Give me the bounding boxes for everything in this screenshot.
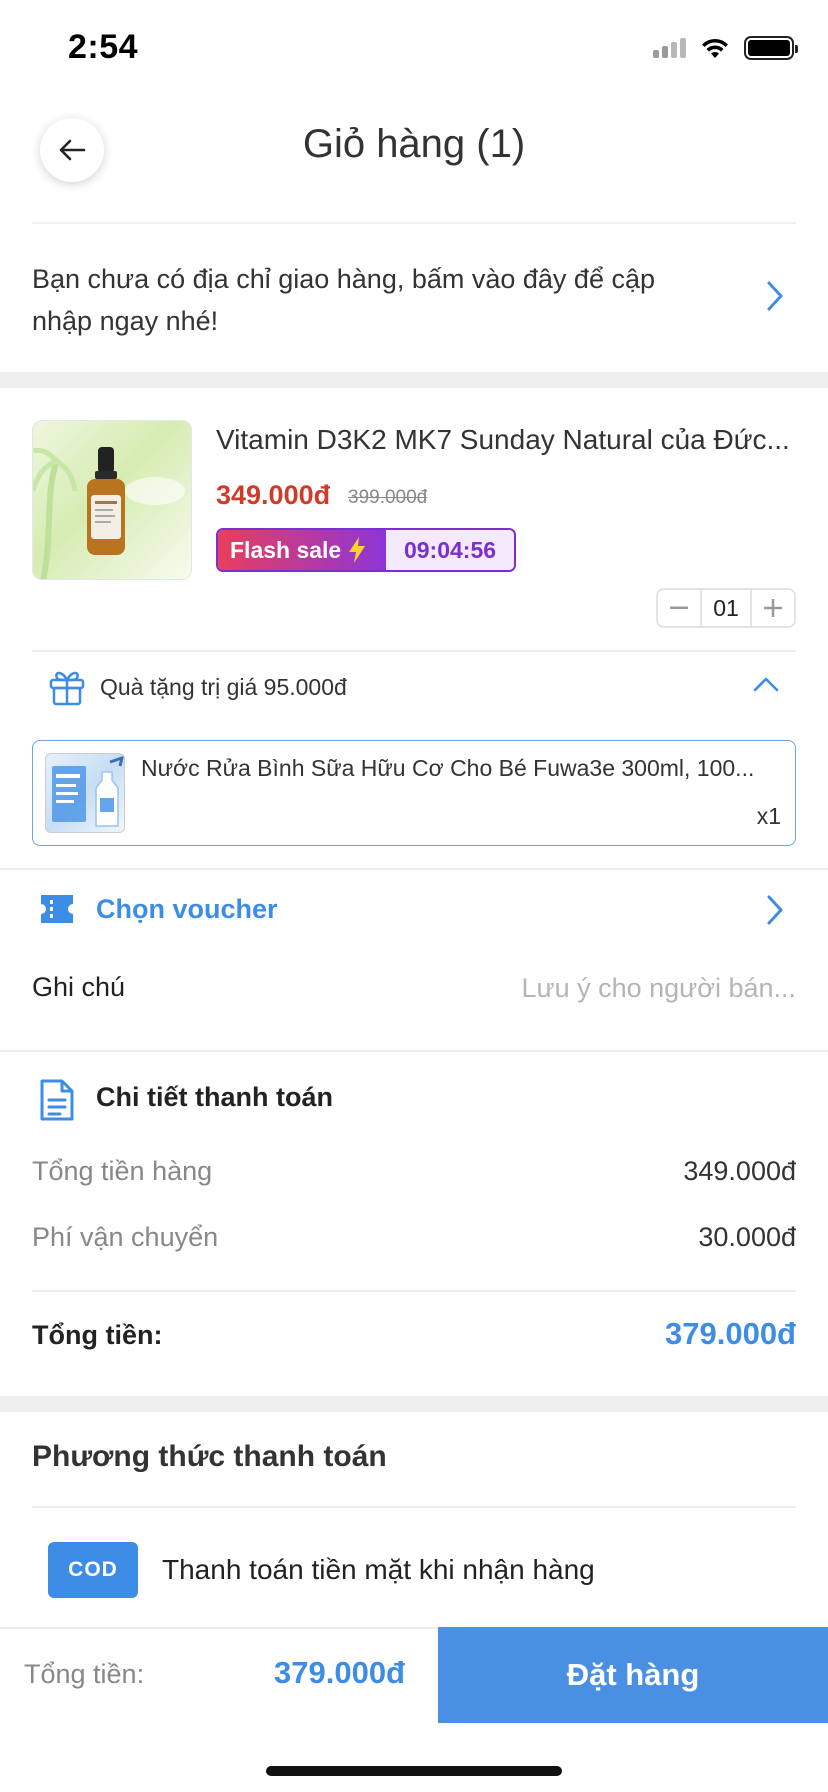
serum-bottle-image [33,447,185,579]
divider [32,1506,796,1508]
checkout-total-value: 379.000đ [274,1655,405,1690]
quantity-value[interactable]: 01 [700,590,752,626]
flash-sale-countdown: 09:04:56 [386,530,514,570]
cod-badge: COD [48,1542,138,1598]
gift-item-name: Nước Rửa Bình Sữa Hữu Cơ Cho Bé Fuwa3e 3… [141,755,755,781]
product-price: 349.000đ [216,480,331,510]
checkout-total-label: Tổng tiền: [24,1659,145,1689]
note-input[interactable] [440,968,796,1008]
place-order-button[interactable]: Đặt hàng [438,1627,828,1723]
gift-value-label: Quà tặng trị giá 95.000đ [100,674,347,700]
divider [32,1290,796,1292]
product-old-price: 399.000đ [348,487,428,508]
flash-sale-badge: Flash sale 09:04:56 [216,528,516,572]
chevron-up-icon[interactable] [752,676,780,692]
chevron-right-icon [767,281,783,311]
note-label: Ghi chú [32,972,126,1002]
header: Giỏ hàng (1) [0,100,828,224]
section-divider [0,1396,828,1412]
page-title: Giỏ hàng (1) [302,122,526,166]
gift-section-header[interactable]: Quà tặng trị giá 95.000đ [0,650,828,726]
shipping-fee-label: Phí vận chuyển [32,1222,219,1252]
status-icons [653,36,798,60]
address-prompt-text: Bạn chưa có địa chỉ giao hàng, bấm vào đ… [32,264,655,336]
gift-icon [49,671,85,706]
quantity-stepper: 01 [656,588,796,628]
voucher-selector[interactable]: Chọn voucher [0,872,828,948]
payment-method-option[interactable]: Thanh toán tiền mặt khi nhận hàng [162,1554,595,1586]
total-label: Tổng tiền: [32,1320,163,1350]
battery-icon [744,36,798,60]
home-indicator [266,1766,562,1776]
shipping-fee-value: 30.000đ [698,1222,796,1252]
increase-quantity-button[interactable] [752,590,794,626]
plus-icon [764,599,782,617]
gift-item-quantity: x1 [756,803,781,829]
subtotal-label: Tổng tiền hàng [32,1156,213,1186]
payment-detail-title: Chi tiết thanh toán [96,1082,333,1112]
payment-method-title: Phương thức thanh toán [32,1440,387,1473]
lightning-icon [349,537,366,563]
product-image[interactable] [32,420,192,580]
flash-sale-label: Flash sale [230,536,342,563]
cellular-signal-icon [653,38,686,58]
divider [0,1050,828,1052]
voucher-label: Chọn voucher [96,894,278,924]
status-time: 2:54 [68,28,139,66]
subtotal-value: 349.000đ [683,1156,796,1186]
wifi-icon [702,38,728,58]
ticket-icon [41,895,73,923]
gift-item-card[interactable]: Nước Rửa Bình Sữa Hữu Cơ Cho Bé Fuwa3e 3… [32,740,796,846]
flash-sale-label-box: Flash sale [218,530,386,570]
checkout-bar: Tổng tiền: 379.000đ Đặt hàng [0,1627,828,1723]
decrease-quantity-button[interactable] [658,590,700,626]
gift-item-image [45,753,125,833]
document-icon [40,1079,74,1121]
status-bar: 2:54 [0,0,828,100]
divider [0,868,828,870]
product-name[interactable]: Vitamin D3K2 MK7 Sunday Natural của Đức.… [216,424,796,456]
section-divider [0,372,828,388]
chevron-right-icon [767,895,783,925]
total-value: 379.000đ [665,1316,796,1351]
address-banner[interactable]: Bạn chưa có địa chỉ giao hàng, bấm vào đ… [0,224,828,372]
minus-icon [670,606,688,609]
gift-bottle-image [52,755,124,827]
